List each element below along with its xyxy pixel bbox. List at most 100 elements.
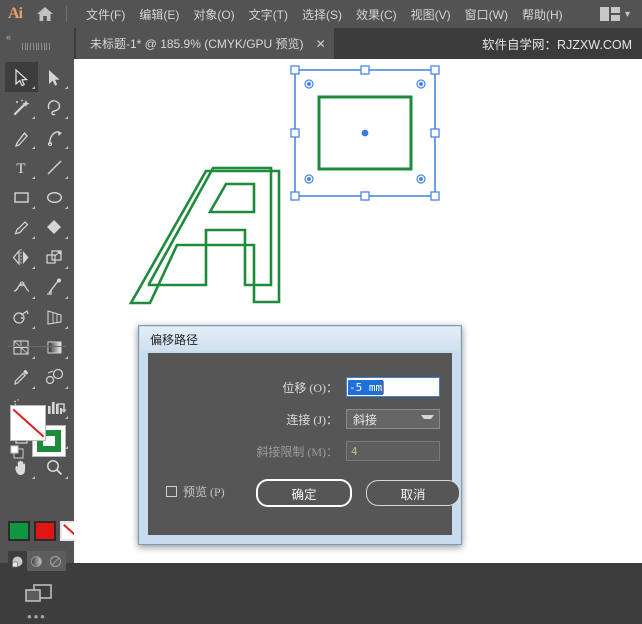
tool-flyout-indicator [32, 296, 35, 299]
tool-flyout-indicator [65, 326, 68, 329]
collapse-panel-icon[interactable]: « [6, 32, 11, 42]
toolbar-drag-handle[interactable] [22, 43, 52, 50]
tool-flyout-indicator [65, 116, 68, 119]
workspace-switcher[interactable]: ▾ [592, 0, 638, 28]
tool-flyout-indicator [32, 236, 35, 239]
dialog-title: 偏移路径 [150, 332, 199, 347]
tool-flyout-indicator [65, 296, 68, 299]
tool-flyout-indicator [65, 206, 68, 209]
color-swatch-red[interactable] [34, 521, 56, 541]
tool-flyout-indicator [32, 266, 35, 269]
shape-builder-tool[interactable] [5, 302, 38, 332]
tool-flyout-indicator [65, 146, 68, 149]
curvature-tool[interactable] [38, 122, 71, 152]
mesh-tool[interactable] [5, 332, 38, 362]
app-logo-icon: Ai [8, 5, 23, 22]
offset-input[interactable]: -5 mm [346, 377, 440, 397]
rectangle-tool[interactable] [5, 182, 38, 212]
document-tab-bar: « 未标题-1* @ 185.9% (CMYK/GPU 预览) ✕ 软件自学网：… [0, 28, 642, 59]
type-tool[interactable]: T [5, 152, 38, 182]
tool-flyout-indicator [32, 146, 35, 149]
close-icon[interactable]: ✕ [316, 37, 326, 51]
menu-select[interactable]: 选择(S) [295, 2, 349, 27]
gradient-mode-button[interactable] [27, 551, 46, 571]
menu-type[interactable]: 文字(T) [242, 2, 295, 27]
workspace-layout-icon [599, 7, 620, 21]
more-tools-icon[interactable]: ••• [0, 609, 74, 624]
lasso-tool[interactable] [38, 92, 71, 122]
tool-flyout-indicator [65, 236, 68, 239]
tool-flyout-indicator [32, 386, 35, 389]
blend-tool[interactable] [38, 362, 71, 392]
none-mode-button[interactable] [46, 551, 65, 571]
tool-flyout-indicator [65, 176, 68, 179]
paintbrush-tool[interactable] [5, 212, 38, 242]
eyedropper-tool[interactable] [5, 362, 38, 392]
fill-stroke-widget [10, 403, 67, 459]
direct-selection-tool[interactable] [38, 62, 71, 92]
miter-limit-label: 斜接限制 (M)： [256, 444, 338, 459]
home-icon[interactable] [30, 0, 60, 28]
color-mode-button[interactable] [8, 551, 27, 571]
menu-object[interactable]: 对象(O) [186, 2, 241, 27]
no-fill-icon [11, 406, 45, 440]
menu-effect[interactable]: 效果(C) [349, 2, 404, 27]
color-swatch-green[interactable] [8, 521, 30, 541]
dialog-body: 位移 (O)： -5 mm 连接 (J)： 斜接 斜接限制 (M)： 4 预览 … [148, 353, 460, 535]
ok-button[interactable]: 确定 [256, 479, 352, 507]
watermark-text: 软件自学网：RJZXW.COM [482, 38, 632, 52]
menu-file[interactable]: 文件(F) [79, 2, 132, 27]
miter-limit-row: 斜接限制 (M)： 4 [148, 441, 452, 461]
document-tab[interactable]: 未标题-1* @ 185.9% (CMYK/GPU 预览) ✕ [76, 28, 334, 59]
line-segment-tool[interactable] [38, 152, 71, 182]
chevron-down-icon: ▾ [624, 8, 630, 20]
screen-mode-icon[interactable] [22, 581, 54, 605]
menu-window[interactable]: 窗口(W) [458, 2, 515, 27]
ellipse-tool[interactable] [38, 182, 71, 212]
selection-tool[interactable] [5, 62, 38, 92]
tool-flyout-indicator [32, 206, 35, 209]
preview-label: 预览 (P) [183, 485, 225, 499]
menu-view[interactable]: 视图(V) [404, 2, 458, 27]
dialog-buttons: 确定 取消 [256, 479, 460, 507]
tool-flyout-indicator [65, 86, 68, 89]
reflect-tool[interactable] [5, 242, 38, 272]
menu-edit[interactable]: 编辑(E) [132, 2, 186, 27]
width-tool[interactable] [5, 272, 38, 302]
tool-flyout-indicator [32, 476, 35, 479]
tools-panel: T ••• [0, 59, 82, 624]
perspective-grid-tool[interactable] [38, 302, 71, 332]
quick-color-swatches [8, 521, 82, 541]
fill-swatch[interactable] [10, 405, 46, 441]
text-caret [383, 380, 385, 394]
default-fill-stroke-icon[interactable] [10, 445, 24, 459]
dialog-title-bar[interactable]: 偏移路径 [140, 327, 460, 351]
pen-tool[interactable] [5, 122, 38, 152]
tool-flyout-indicator [65, 356, 68, 359]
illustrator-window: Ai 文件(F) 编辑(E) 对象(O) 文字(T) 选择(S) 效果(C) 视图(V) 窗口… [0, 0, 642, 624]
tool-flyout-indicator [32, 356, 35, 359]
joins-select[interactable]: 斜接 [346, 409, 440, 429]
offset-label: 位移 (O)： [282, 380, 338, 395]
document-tab-label: 未标题-1* @ 185.9% (CMYK/GPU 预览) [90, 37, 304, 51]
menu-help[interactable]: 帮助(H) [515, 2, 570, 27]
svg-text:T: T [16, 161, 25, 177]
tool-flyout-indicator [32, 326, 35, 329]
tool-flyout-indicator [32, 116, 35, 119]
miter-limit-value: 4 [351, 444, 358, 458]
preview-checkbox-group[interactable]: 预览 (P) [166, 483, 225, 500]
cancel-button[interactable]: 取消 [366, 480, 460, 506]
chevron-down-icon [421, 415, 434, 423]
gradient-tool[interactable] [38, 332, 71, 362]
shaper-tool[interactable] [38, 212, 71, 242]
tool-flyout-indicator [65, 386, 68, 389]
scale-tool[interactable] [38, 242, 71, 272]
paint-mode-buttons [8, 551, 66, 571]
free-transform-tool[interactable] [38, 272, 71, 302]
preview-checkbox[interactable] [166, 486, 177, 497]
menu-item-list: 文件(F) 编辑(E) 对象(O) 文字(T) 选择(S) 效果(C) 视图(V) 窗口(W)… [79, 2, 570, 27]
offset-path-dialog: 偏移路径 位移 (O)： -5 mm 连接 (J)： 斜接 斜接限制 (M)： … [138, 325, 462, 545]
swap-fill-stroke-icon[interactable] [54, 401, 68, 415]
joins-select-value: 斜接 [353, 412, 378, 427]
magic-wand-tool[interactable] [5, 92, 38, 122]
